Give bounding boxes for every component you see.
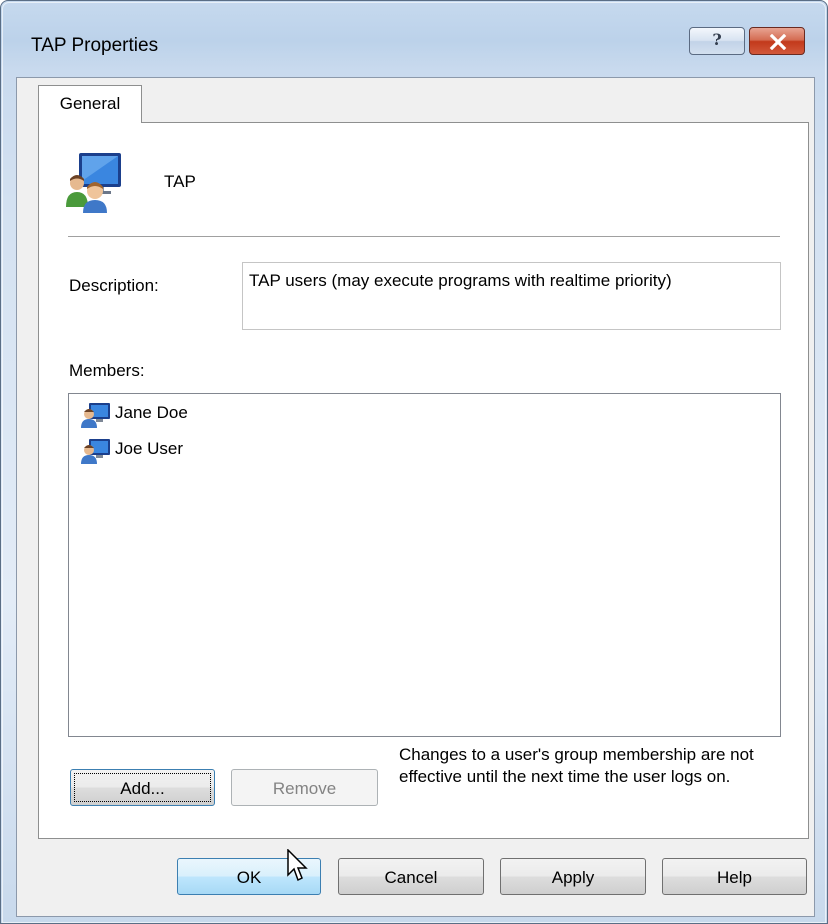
remove-button[interactable]: Remove xyxy=(231,769,378,806)
tab-general-label: General xyxy=(59,94,121,113)
add-button-label: Add... xyxy=(120,779,165,798)
help-button[interactable]: Help xyxy=(662,858,807,895)
apply-button[interactable]: Apply xyxy=(500,858,646,895)
users-group-icon xyxy=(66,153,121,213)
user-icon xyxy=(81,439,110,464)
help-button-label: Help xyxy=(717,868,752,887)
member-name: Jane Doe xyxy=(115,403,188,422)
tab-general[interactable]: General xyxy=(38,85,142,123)
user-icon xyxy=(81,403,110,428)
header-separator xyxy=(68,236,780,237)
cancel-button-label: Cancel xyxy=(384,868,438,887)
members-list[interactable]: Jane Doe Joe User xyxy=(68,393,781,737)
title-help-button[interactable]: ? xyxy=(689,27,745,55)
list-item[interactable]: Jane Doe xyxy=(81,400,281,428)
group-name: TAP xyxy=(164,172,196,191)
add-button[interactable]: Add... xyxy=(70,769,215,806)
cancel-button[interactable]: Cancel xyxy=(338,858,484,895)
description-field[interactable]: TAP users (may execute programs with rea… xyxy=(242,262,781,330)
title-close-button[interactable] xyxy=(749,27,805,55)
remove-button-label: Remove xyxy=(272,779,337,798)
member-name: Joe User xyxy=(115,439,184,458)
dialog-window: TAP Properties ? General TAP Description… xyxy=(0,0,828,924)
apply-button-label: Apply xyxy=(551,868,595,887)
description-label: Description: xyxy=(69,276,159,295)
list-item[interactable]: Joe User xyxy=(81,436,281,464)
membership-note: Changes to a user's group membership are… xyxy=(399,745,754,786)
window-title: TAP Properties xyxy=(31,35,159,56)
members-label: Members: xyxy=(69,361,145,380)
mouse-cursor-icon xyxy=(287,849,308,882)
close-icon xyxy=(769,34,787,50)
help-icon: ? xyxy=(712,30,722,49)
description-value: TAP users (may execute programs with rea… xyxy=(249,271,672,290)
